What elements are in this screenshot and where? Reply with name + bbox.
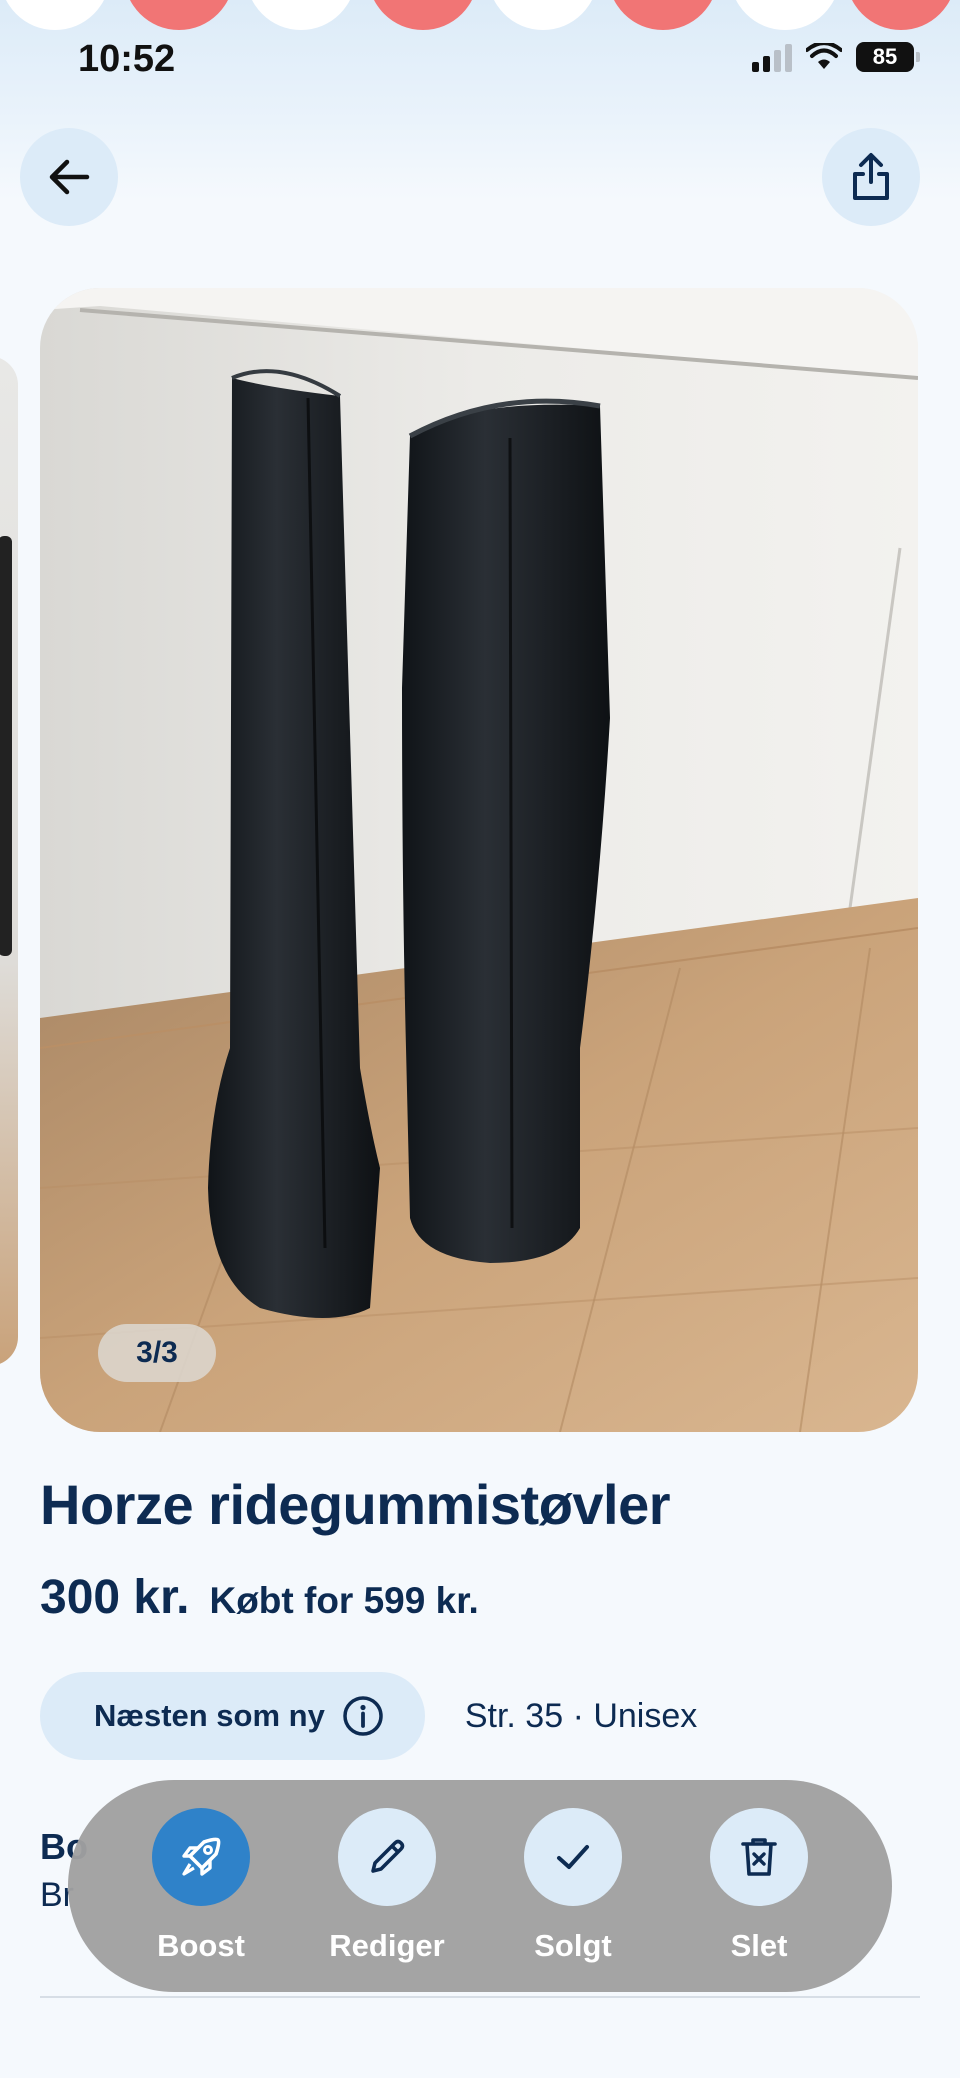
delete-circle[interactable] (710, 1808, 808, 1906)
condition-row: Næsten som ny Str. 35 · Unisex (40, 1672, 697, 1760)
decor-bubble (246, 0, 356, 30)
decor-bubble (0, 0, 110, 30)
info-icon (343, 1696, 383, 1736)
edit-button[interactable]: Rediger (302, 1808, 472, 1964)
price-row: 300 kr. Købt for 599 kr. (40, 1570, 479, 1625)
share-button[interactable] (822, 128, 920, 226)
edit-label: Rediger (329, 1928, 445, 1963)
decor-bubble (608, 0, 718, 30)
boost-circle[interactable] (152, 1808, 250, 1906)
decor-bubble (368, 0, 478, 30)
decor-bubble (488, 0, 598, 30)
decor-bubble (846, 0, 956, 30)
status-icons: 85 (752, 42, 920, 72)
trash-icon (741, 1838, 777, 1876)
delete-button[interactable]: Slet (674, 1808, 844, 1964)
action-bar: Boost Rediger Solgt Slet (68, 1780, 892, 1992)
rocket-icon (182, 1837, 221, 1876)
edit-circle[interactable] (338, 1808, 436, 1906)
boost-label: Boost (157, 1928, 245, 1963)
decor-bubble (124, 0, 234, 30)
image-counter: 3/3 (98, 1324, 216, 1382)
boots-photo (40, 288, 918, 1432)
wifi-icon (806, 43, 842, 69)
boost-button[interactable]: Boost (116, 1808, 286, 1964)
share-icon (853, 153, 889, 200)
header-background (0, 0, 960, 200)
delete-label: Slet (730, 1928, 788, 1963)
arrow-left-icon (49, 159, 90, 195)
previous-image-peek[interactable] (0, 356, 18, 1366)
sold-label: Solgt (534, 1928, 612, 1963)
condition-pill[interactable]: Næsten som ny (40, 1672, 425, 1760)
status-time: 10:52 (78, 38, 176, 80)
product-image[interactable]: 3/3 (40, 288, 918, 1432)
sold-button[interactable]: Solgt (488, 1808, 658, 1964)
sold-circle[interactable] (524, 1808, 622, 1906)
divider (40, 1996, 920, 1998)
pencil-icon (371, 1839, 405, 1873)
price: 300 kr. (40, 1571, 190, 1624)
check-icon (557, 1845, 589, 1869)
listing-page: 10:52 85 3/3 Horze ridegummistøvler 300 … (0, 0, 960, 2078)
back-button[interactable] (20, 128, 118, 226)
original-price: Købt for 599 kr. (209, 1580, 479, 1621)
condition-label: Næsten som ny (94, 1698, 325, 1733)
decor-bubble (730, 0, 840, 30)
battery-icon: 85 (856, 42, 920, 72)
product-title: Horze ridegummistøvler (40, 1473, 671, 1536)
size-gender: Str. 35 · Unisex (464, 1696, 698, 1735)
cellular-signal-icon (752, 42, 792, 72)
